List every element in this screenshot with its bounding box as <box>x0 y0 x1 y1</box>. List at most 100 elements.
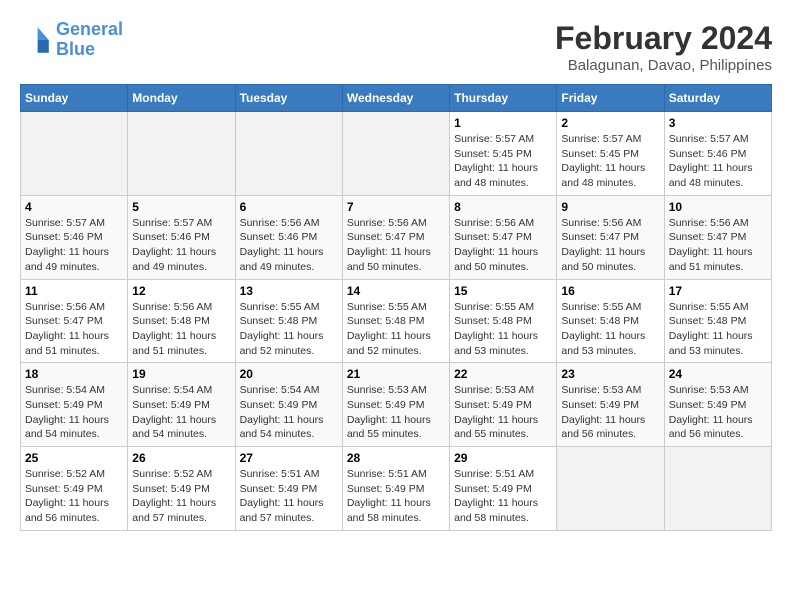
day-number: 27 <box>240 451 338 465</box>
day-info: Sunrise: 5:52 AM Sunset: 5:49 PM Dayligh… <box>25 467 123 526</box>
day-info: Sunrise: 5:57 AM Sunset: 5:46 PM Dayligh… <box>132 216 230 275</box>
subtitle: Balagunan, Davao, Philippines <box>555 57 772 74</box>
day-info: Sunrise: 5:53 AM Sunset: 5:49 PM Dayligh… <box>561 383 659 442</box>
calendar-cell: 2 Sunrise: 5:57 AM Sunset: 5:45 PM Daylig… <box>557 112 664 196</box>
day-number: 22 <box>454 367 552 381</box>
day-info: Sunrise: 5:53 AM Sunset: 5:49 PM Dayligh… <box>347 383 445 442</box>
day-info: Sunrise: 5:56 AM Sunset: 5:47 PM Dayligh… <box>25 300 123 359</box>
calendar-cell: 8 Sunrise: 5:56 AM Sunset: 5:47 PM Daylig… <box>450 195 557 279</box>
calendar-cell: 12 Sunrise: 5:56 AM Sunset: 5:48 PM Dayli… <box>128 279 235 363</box>
day-info: Sunrise: 5:55 AM Sunset: 5:48 PM Dayligh… <box>240 300 338 359</box>
day-number: 13 <box>240 284 338 298</box>
day-number: 21 <box>347 367 445 381</box>
logo-line2: Blue <box>56 39 95 59</box>
day-number: 24 <box>669 367 767 381</box>
day-number: 15 <box>454 284 552 298</box>
calendar-cell: 25 Sunrise: 5:52 AM Sunset: 5:49 PM Dayli… <box>21 447 128 531</box>
calendar-cell: 22 Sunrise: 5:53 AM Sunset: 5:49 PM Dayli… <box>450 363 557 447</box>
calendar-cell: 27 Sunrise: 5:51 AM Sunset: 5:49 PM Dayli… <box>235 447 342 531</box>
calendar-cell <box>664 447 771 531</box>
calendar-cell <box>21 112 128 196</box>
weekday-header: Friday <box>557 85 664 112</box>
day-number: 4 <box>25 200 123 214</box>
day-number: 9 <box>561 200 659 214</box>
day-info: Sunrise: 5:51 AM Sunset: 5:49 PM Dayligh… <box>454 467 552 526</box>
weekday-header: Saturday <box>664 85 771 112</box>
day-info: Sunrise: 5:56 AM Sunset: 5:46 PM Dayligh… <box>240 216 338 275</box>
day-number: 28 <box>347 451 445 465</box>
title-block: February 2024 Balagunan, Davao, Philippi… <box>555 20 772 74</box>
day-number: 16 <box>561 284 659 298</box>
day-number: 26 <box>132 451 230 465</box>
logo-text: General Blue <box>56 20 123 60</box>
weekday-header: Wednesday <box>342 85 449 112</box>
day-info: Sunrise: 5:56 AM Sunset: 5:47 PM Dayligh… <box>561 216 659 275</box>
day-info: Sunrise: 5:52 AM Sunset: 5:49 PM Dayligh… <box>132 467 230 526</box>
calendar-cell: 17Sunrise: 5:55 AM Sunset: 5:48 PM Dayli… <box>664 279 771 363</box>
day-number: 8 <box>454 200 552 214</box>
day-number: 5 <box>132 200 230 214</box>
day-info: Sunrise: 5:57 AM Sunset: 5:45 PM Dayligh… <box>454 132 552 191</box>
day-info: Sunrise: 5:54 AM Sunset: 5:49 PM Dayligh… <box>240 383 338 442</box>
weekday-header: Thursday <box>450 85 557 112</box>
day-number: 2 <box>561 116 659 130</box>
calendar-cell: 10 Sunrise: 5:56 AM Sunset: 5:47 PM Dayli… <box>664 195 771 279</box>
day-number: 20 <box>240 367 338 381</box>
day-info: Sunrise: 5:51 AM Sunset: 5:49 PM Dayligh… <box>347 467 445 526</box>
calendar-cell: 16 Sunrise: 5:55 AM Sunset: 5:48 PM Dayli… <box>557 279 664 363</box>
calendar-cell: 13 Sunrise: 5:55 AM Sunset: 5:48 PM Dayli… <box>235 279 342 363</box>
day-number: 12 <box>132 284 230 298</box>
calendar-cell: 5 Sunrise: 5:57 AM Sunset: 5:46 PM Daylig… <box>128 195 235 279</box>
day-info: Sunrise: 5:57 AM Sunset: 5:45 PM Dayligh… <box>561 132 659 191</box>
day-info: Sunrise: 5:56 AM Sunset: 5:47 PM Dayligh… <box>347 216 445 275</box>
calendar-cell: 23 Sunrise: 5:53 AM Sunset: 5:49 PM Dayli… <box>557 363 664 447</box>
calendar-cell: 19Sunrise: 5:54 AM Sunset: 5:49 PM Dayli… <box>128 363 235 447</box>
logo: General Blue <box>20 20 123 60</box>
page-header: General Blue February 2024 Balagunan, Da… <box>20 20 772 74</box>
day-info: Sunrise: 5:57 AM Sunset: 5:46 PM Dayligh… <box>25 216 123 275</box>
weekday-header: Sunday <box>21 85 128 112</box>
calendar-cell: 29 Sunrise: 5:51 AM Sunset: 5:49 PM Dayli… <box>450 447 557 531</box>
calendar-cell: 24 Sunrise: 5:53 AM Sunset: 5:49 PM Dayli… <box>664 363 771 447</box>
day-info: Sunrise: 5:56 AM Sunset: 5:48 PM Dayligh… <box>132 300 230 359</box>
calendar-cell <box>128 112 235 196</box>
day-info: Sunrise: 5:53 AM Sunset: 5:49 PM Dayligh… <box>669 383 767 442</box>
calendar-cell <box>235 112 342 196</box>
weekday-header: Monday <box>128 85 235 112</box>
calendar-cell: 15 Sunrise: 5:55 AM Sunset: 5:48 PM Dayli… <box>450 279 557 363</box>
day-info: Sunrise: 5:53 AM Sunset: 5:49 PM Dayligh… <box>454 383 552 442</box>
day-info: Sunrise: 5:51 AM Sunset: 5:49 PM Dayligh… <box>240 467 338 526</box>
calendar-cell: 26 Sunrise: 5:52 AM Sunset: 5:49 PM Dayli… <box>128 447 235 531</box>
day-info: Sunrise: 5:56 AM Sunset: 5:47 PM Dayligh… <box>454 216 552 275</box>
day-number: 23 <box>561 367 659 381</box>
calendar-cell: 9 Sunrise: 5:56 AM Sunset: 5:47 PM Daylig… <box>557 195 664 279</box>
day-number: 25 <box>25 451 123 465</box>
main-title: February 2024 <box>555 20 772 57</box>
calendar-cell: 18 Sunrise: 5:54 AM Sunset: 5:49 PM Dayli… <box>21 363 128 447</box>
day-number: 29 <box>454 451 552 465</box>
day-number: 10 <box>669 200 767 214</box>
day-number: 11 <box>25 284 123 298</box>
day-number: 6 <box>240 200 338 214</box>
day-info: Sunrise: 5:56 AM Sunset: 5:47 PM Dayligh… <box>669 216 767 275</box>
day-info: Sunrise: 5:55 AM Sunset: 5:48 PM Dayligh… <box>454 300 552 359</box>
calendar-cell: 28 Sunrise: 5:51 AM Sunset: 5:49 PM Dayli… <box>342 447 449 531</box>
calendar-cell <box>557 447 664 531</box>
calendar-cell: 14Sunrise: 5:55 AM Sunset: 5:48 PM Dayli… <box>342 279 449 363</box>
calendar-cell: 11 Sunrise: 5:56 AM Sunset: 5:47 PM Dayli… <box>21 279 128 363</box>
calendar-cell: 6 Sunrise: 5:56 AM Sunset: 5:46 PM Daylig… <box>235 195 342 279</box>
day-info: Sunrise: 5:54 AM Sunset: 5:49 PM Dayligh… <box>25 383 123 442</box>
calendar-cell: 21 Sunrise: 5:53 AM Sunset: 5:49 PM Dayli… <box>342 363 449 447</box>
calendar-cell <box>342 112 449 196</box>
logo-line1: General <box>56 19 123 39</box>
calendar-cell: 7 Sunrise: 5:56 AM Sunset: 5:47 PM Daylig… <box>342 195 449 279</box>
day-info: Sunrise: 5:57 AM Sunset: 5:46 PM Dayligh… <box>669 132 767 191</box>
calendar-cell: 20 Sunrise: 5:54 AM Sunset: 5:49 PM Dayli… <box>235 363 342 447</box>
weekday-header: Tuesday <box>235 85 342 112</box>
calendar-table: SundayMondayTuesdayWednesdayThursdayFrid… <box>20 84 772 531</box>
calendar-cell: 1Sunrise: 5:57 AM Sunset: 5:45 PM Daylig… <box>450 112 557 196</box>
day-number: 18 <box>25 367 123 381</box>
day-info: Sunrise: 5:55 AM Sunset: 5:48 PM Dayligh… <box>561 300 659 359</box>
day-number: 7 <box>347 200 445 214</box>
logo-icon <box>20 24 52 56</box>
